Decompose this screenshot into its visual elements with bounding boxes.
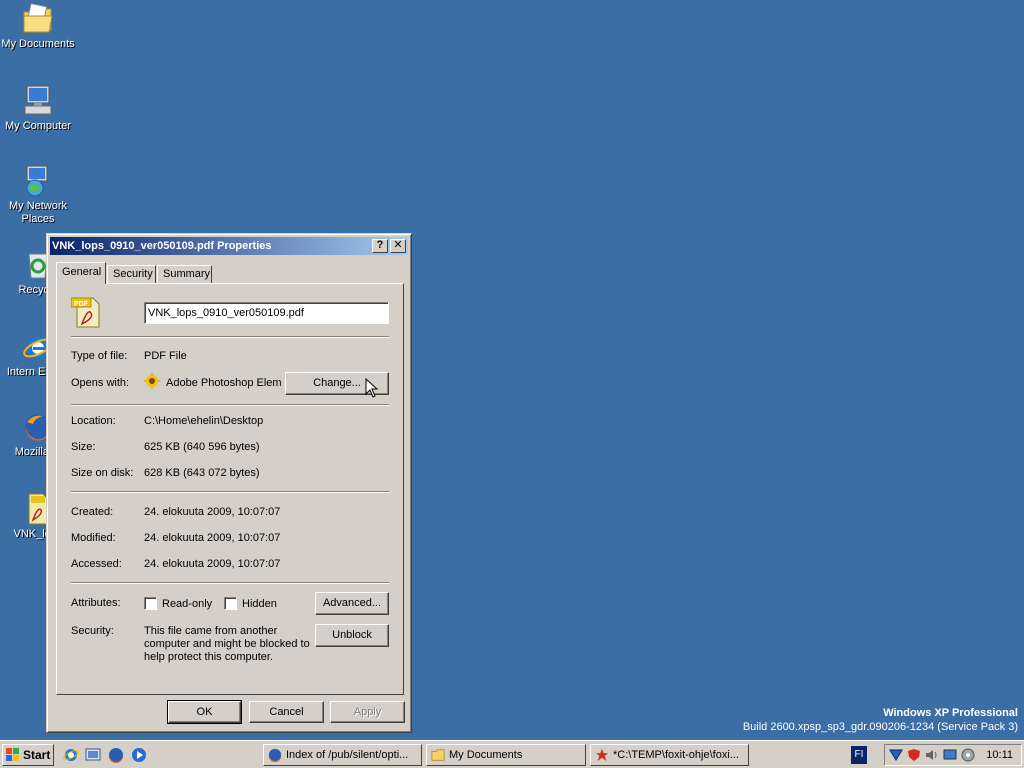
cancel-button[interactable]: Cancel [249,701,324,723]
update-tray-icon[interactable] [961,748,975,762]
task-firefox-window[interactable]: Index of /pub/silent/opti... [263,744,422,766]
watermark-title: Windows XP Professional [883,707,1018,719]
separator [71,491,389,493]
security-label: Security: [71,625,114,637]
mouse-cursor-icon [365,377,379,400]
foxit-icon [595,748,609,762]
photoshop-elements-icon [144,373,160,389]
desktop-icon-my-network-places[interactable]: My Network Places [0,164,76,226]
created-value: 24. elokuuta 2009, 10:07:07 [144,506,281,518]
help-button[interactable]: ? [372,239,388,253]
security-warning-text: This file came from another computer and… [144,625,310,663]
folder-icon [431,748,445,762]
ok-button[interactable]: OK [167,700,242,724]
help-icon: ? [376,239,384,251]
watermark-build: Build 2600.xpsp_sp3_gdr.090206-1234 (Ser… [742,721,1018,733]
desktop-icon-label: My Computer [4,120,72,132]
location-label: Location: [71,415,116,427]
accessed-value: 24. elokuuta 2009, 10:07:07 [144,558,281,570]
quicklaunch-show-desktop-icon[interactable] [85,747,101,763]
folder-documents-icon [21,2,55,36]
os-version-watermark: Windows XP Professional Build 2600.xpsp_… [743,706,1018,734]
readonly-label: Read-only [162,598,213,610]
hidden-label: Hidden [242,598,277,610]
properties-dialog: VNK_lops_0910_ver050109.pdf Properties ?… [46,233,412,733]
readonly-checkbox[interactable] [144,597,157,610]
advanced-button[interactable]: Advanced... [315,592,389,615]
start-label: Start [23,748,51,762]
close-icon: ✕ [393,239,403,251]
modified-label: Modified: [71,532,116,544]
dialog-titlebar[interactable]: VNK_lops_0910_ver050109.pdf Properties ?… [50,237,408,255]
size-value: 625 KB (640 596 bytes) [144,441,260,453]
language-indicator[interactable]: FI [851,746,867,764]
network-globe-icon [21,164,55,198]
pdf-file-icon: PDF [70,296,105,328]
windows-flag-icon [6,748,20,762]
type-value: PDF File [144,350,187,362]
modified-value: 24. elokuuta 2009, 10:07:07 [144,532,281,544]
tab-general[interactable]: General [56,262,106,284]
shield-tray-icon[interactable] [907,748,921,762]
size-on-disk-value: 628 KB (643 072 bytes) [144,467,260,479]
separator [71,404,389,406]
volume-tray-icon[interactable] [925,748,939,762]
unblock-button[interactable]: Unblock [315,624,389,647]
tab-security[interactable]: Security [107,265,156,284]
tab-summary[interactable]: Summary [157,265,212,284]
start-button[interactable]: Start [2,744,54,766]
separator [71,582,389,584]
accessed-label: Accessed: [71,558,122,570]
desktop-icon-label: My Documents [1,38,75,50]
desktop-icon-my-computer[interactable]: My Computer [0,84,76,133]
type-label: Type of file: [71,350,128,362]
task-label: *C:\TEMP\foxit-ohje\foxi... [613,749,739,761]
quicklaunch-ie-icon[interactable] [63,747,79,763]
opens-with-label: Opens with: [71,377,130,389]
taskbar: Start Index of /pub/silent/opti... My Do… [0,740,1024,768]
size-label: Size: [71,441,96,453]
network-tray-icon[interactable] [889,748,903,762]
general-tab-panel: PDF Type of file: PDF File Opens with: A… [56,283,404,695]
attributes-label: Attributes: [71,597,121,609]
task-label: Index of /pub/silent/opti... [286,749,409,761]
location-value: C:\Home\ehelin\Desktop [144,415,264,427]
created-label: Created: [71,506,114,518]
pdf-label-text: PDF [74,301,89,308]
firefox-icon [268,748,282,763]
separator [71,336,389,338]
opens-with-value: Adobe Photoshop Elem [166,377,282,389]
quicklaunch-media-player-icon[interactable] [131,747,147,763]
close-button[interactable]: ✕ [390,239,406,253]
clock[interactable]: 10:11 [986,749,1013,761]
task-my-documents-window[interactable]: My Documents [426,744,586,766]
desktop-icon-my-documents[interactable]: My Documents [0,2,76,51]
filename-input[interactable] [144,302,389,324]
size-on-disk-label: Size on disk: [71,467,134,479]
task-foxit-window[interactable]: *C:\TEMP\foxit-ohje\foxi... [590,744,749,766]
task-label: My Documents [449,749,523,761]
dialog-title: VNK_lops_0910_ver050109.pdf Properties [52,240,272,252]
apply-button[interactable]: Apply [330,701,405,723]
desktop-icon-label: My Network Places [8,200,68,225]
computer-icon [21,84,55,118]
hidden-checkbox[interactable] [224,597,237,610]
quicklaunch-firefox-icon[interactable] [108,747,124,764]
display-tray-icon[interactable] [943,748,957,762]
system-tray: FI 10:11 [851,744,1022,766]
